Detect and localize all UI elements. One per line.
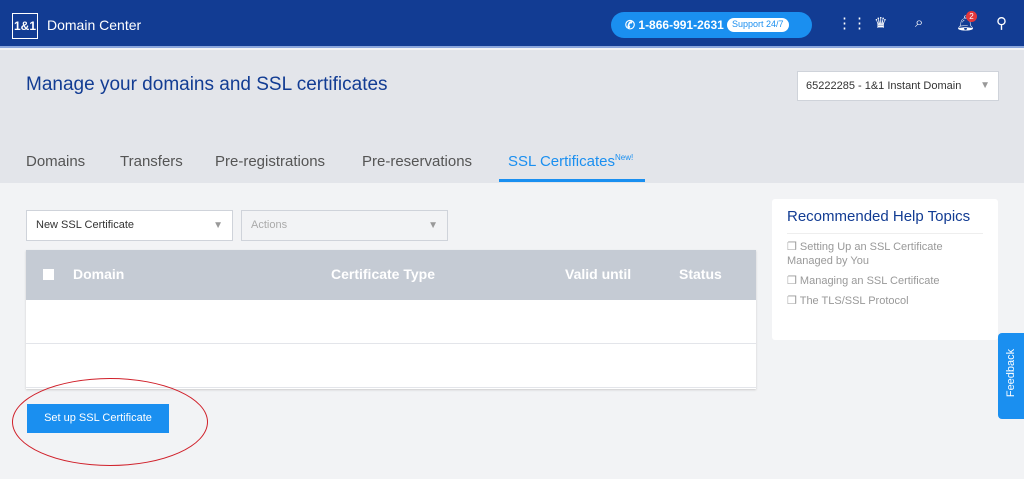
highlight-circle xyxy=(12,378,208,466)
tab-pre-registrations[interactable]: Pre-registrations xyxy=(215,153,325,170)
account-select[interactable]: 65222285 - 1&1 Instant Domain ▼ xyxy=(797,71,999,101)
tab-domains[interactable]: Domains xyxy=(26,153,85,170)
select-value: New SSL Certificate xyxy=(36,219,135,231)
chevron-down-icon: ▼ xyxy=(980,80,990,91)
feedback-button[interactable]: Feedback xyxy=(998,333,1024,419)
tab-label: SSL Certificates xyxy=(508,153,615,170)
column-status[interactable]: Status xyxy=(679,266,722,282)
column-valid-until[interactable]: Valid until xyxy=(565,266,631,282)
support-badge: Support 24/7 xyxy=(727,18,789,32)
chevron-down-icon: ▼ xyxy=(428,220,438,231)
crown-icon[interactable]: ♛ xyxy=(874,14,887,32)
link-text: Managing an SSL Certificate xyxy=(799,275,940,287)
phone-number: 1-866-991-2631 xyxy=(638,18,724,32)
copy-icon: ❐ xyxy=(787,275,800,287)
select-all-checkbox[interactable] xyxy=(43,269,54,280)
table-header: Domain Certificate Type Valid until Stat… xyxy=(26,250,756,300)
search-icon[interactable]: ⌕ xyxy=(915,14,923,31)
phone-icon: ✆ xyxy=(625,18,639,32)
link-text: Setting Up an SSL Certificate Managed by… xyxy=(787,241,943,267)
table-row xyxy=(26,300,756,344)
select-value: Actions xyxy=(251,219,288,231)
copy-icon: ❐ xyxy=(787,295,800,307)
certificates-table: Domain Certificate Type Valid until Stat… xyxy=(26,250,756,389)
app-name[interactable]: Domain Center xyxy=(47,17,141,33)
help-link[interactable]: ❐ The TLS/SSL Protocol xyxy=(787,294,977,308)
actions-select[interactable]: Actions ▼ xyxy=(241,210,448,241)
apps-grid-icon[interactable]: ⋮⋮ xyxy=(837,14,867,32)
help-link[interactable]: ❐ Managing an SSL Certificate xyxy=(787,274,977,288)
link-text: The TLS/SSL Protocol xyxy=(799,295,909,307)
feedback-label: Feedback xyxy=(1005,348,1017,398)
account-value: 65222285 - 1&1 Instant Domain xyxy=(806,80,962,92)
new-badge: New! xyxy=(615,153,634,162)
top-bar: 1&1 Domain Center ✆ 1-866-991-2631 Suppor… xyxy=(0,0,1024,48)
copy-icon: ❐ xyxy=(787,241,800,253)
phone-support[interactable]: ✆ 1-866-991-2631 Support 24/7 xyxy=(611,12,812,38)
active-tab-indicator xyxy=(499,179,645,182)
tab-transfers[interactable]: Transfers xyxy=(120,153,183,170)
column-domain[interactable]: Domain xyxy=(73,266,124,282)
help-title: Recommended Help Topics xyxy=(787,208,983,234)
logo[interactable]: 1&1 xyxy=(12,13,38,39)
help-topics-panel: Recommended Help Topics ❐ Setting Up an … xyxy=(772,199,998,340)
column-certificate-type[interactable]: Certificate Type xyxy=(331,266,435,282)
help-link[interactable]: ❐ Setting Up an SSL Certificate Managed … xyxy=(787,240,977,268)
notification-badge: 2 xyxy=(966,11,977,22)
tab-pre-reservations[interactable]: Pre-reservations xyxy=(362,153,472,170)
tab-ssl-certificates[interactable]: SSL CertificatesNew! xyxy=(508,153,633,170)
user-icon[interactable]: ⚲ xyxy=(996,14,1007,32)
chevron-down-icon: ▼ xyxy=(213,220,223,231)
page-title: Manage your domains and SSL certificates xyxy=(26,74,388,95)
certificate-type-select[interactable]: New SSL Certificate ▼ xyxy=(26,210,233,241)
